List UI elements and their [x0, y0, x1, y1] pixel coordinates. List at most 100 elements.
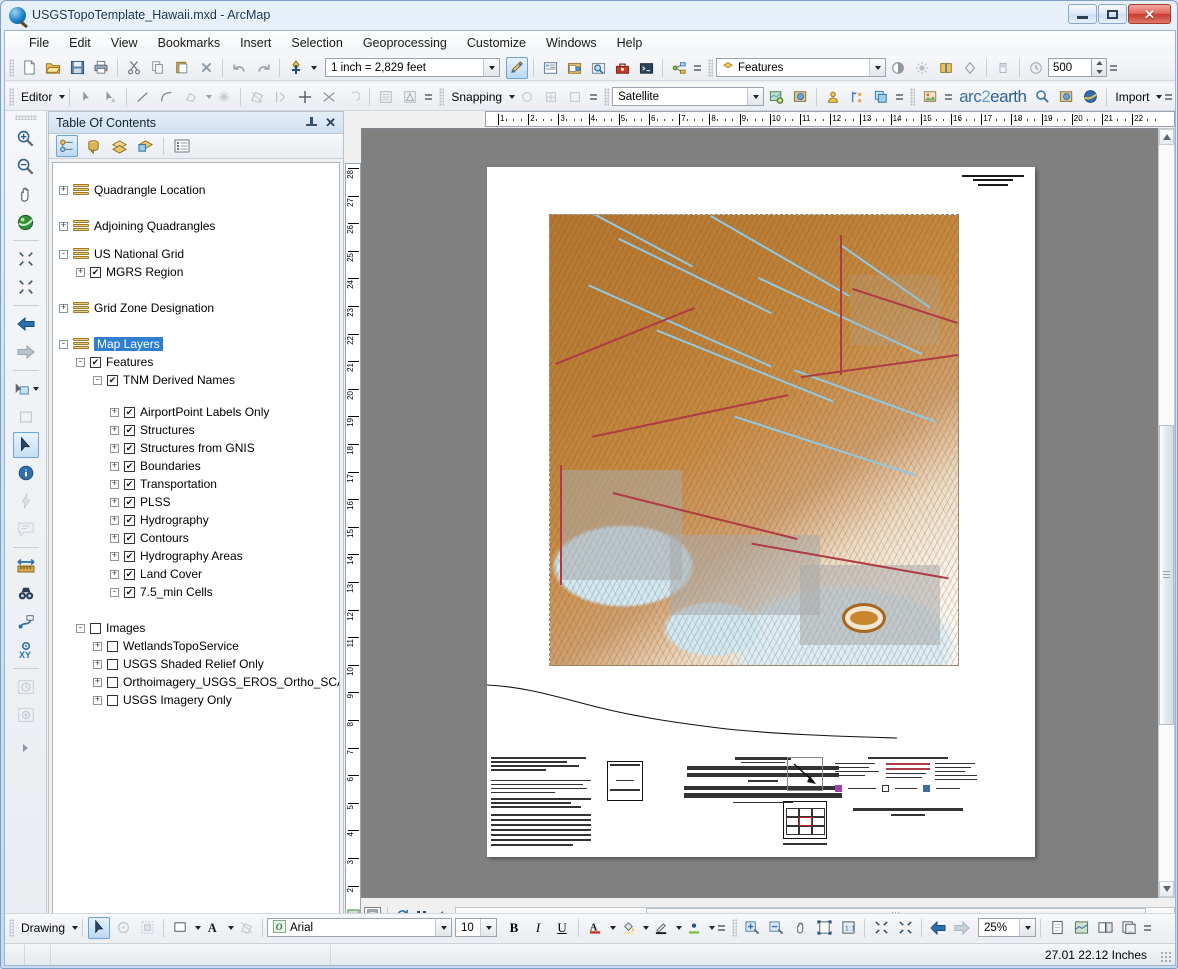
- list-by-source-icon[interactable]: [82, 135, 104, 157]
- layer-visibility-checkbox[interactable]: [107, 374, 118, 386]
- layer-visibility-checkbox[interactable]: [107, 640, 118, 652]
- toc-tree-item[interactable]: + Grid Zone Designation: [59, 299, 214, 317]
- image-icon[interactable]: [919, 86, 941, 108]
- font-family-combo[interactable]: O Arial: [267, 918, 453, 937]
- toc-tree-item[interactable]: + Boundaries: [110, 457, 201, 475]
- menu-edit[interactable]: Edit: [59, 33, 101, 53]
- toc-tree-item[interactable]: + Adjoining Quadrangles: [59, 217, 215, 235]
- chevron-down-icon[interactable]: [483, 59, 499, 76]
- toolbar-overflow-button[interactable]: [1164, 87, 1173, 107]
- expand-toggle-icon[interactable]: +: [110, 425, 119, 435]
- construct-tool-caret[interactable]: [206, 94, 213, 99]
- expand-toggle-icon[interactable]: +: [110, 407, 119, 417]
- list-by-visibility-icon[interactable]: [108, 135, 130, 157]
- italic-icon[interactable]: I: [527, 917, 549, 939]
- arc-segment-icon[interactable]: [156, 86, 178, 108]
- menu-file[interactable]: File: [19, 33, 59, 53]
- scrollbar-thumb[interactable]: [1159, 425, 1174, 725]
- close-button[interactable]: ✕: [1128, 4, 1171, 24]
- contrast-icon[interactable]: [887, 57, 909, 79]
- editor-toolbar-icon[interactable]: [506, 56, 528, 79]
- transparency-icon[interactable]: [992, 57, 1014, 79]
- expand-toggle-icon[interactable]: +: [110, 479, 119, 489]
- menu-customize[interactable]: Customize: [457, 33, 536, 53]
- collapse-toggle-icon[interactable]: -: [93, 375, 102, 385]
- toc-tree-item[interactable]: + USGS Shaded Relief Only: [93, 655, 264, 673]
- construct-points-icon[interactable]: [213, 86, 235, 108]
- map-scale-combo[interactable]: 1 inch = 2,829 feet: [325, 58, 500, 77]
- fixed-zoom-out-icon[interactable]: [13, 274, 39, 300]
- palette-overflow-button[interactable]: [13, 735, 39, 761]
- rotate-icon[interactable]: [294, 86, 316, 108]
- undo-edit-icon[interactable]: [342, 86, 364, 108]
- layer-visibility-checkbox[interactable]: [124, 460, 135, 472]
- layer-visibility-checkbox[interactable]: [124, 478, 135, 490]
- toc-tree-item[interactable]: + Transportation: [110, 475, 217, 493]
- drawing-menu-caret[interactable]: [72, 925, 79, 930]
- layer-visibility-checkbox[interactable]: [107, 694, 118, 706]
- toc-tree[interactable]: + Quadrangle Location + Adjoining Quadrangl…: [52, 162, 340, 915]
- toolbar-grip[interactable]: [910, 87, 916, 106]
- scrollbar-track[interactable]: [1159, 145, 1174, 881]
- toolbar-overflow-button[interactable]: [944, 87, 953, 107]
- expand-toggle-icon[interactable]: +: [93, 659, 102, 669]
- toc-tree-item[interactable]: + WetlandsTopoService: [93, 637, 239, 655]
- cut-icon[interactable]: [123, 57, 145, 79]
- toc-tree-item[interactable]: + AirportPoint Labels Only: [110, 403, 269, 421]
- list-by-drawing-order-icon[interactable]: [56, 135, 78, 157]
- forward-extent-icon[interactable]: [13, 339, 39, 365]
- expand-toggle-icon[interactable]: +: [110, 443, 119, 453]
- paste-icon[interactable]: [171, 57, 193, 79]
- zoom-extent-icon[interactable]: [894, 917, 916, 939]
- time-value-stepper[interactable]: [1092, 58, 1107, 77]
- resize-grip[interactable]: [1160, 951, 1172, 963]
- swipe-icon[interactable]: [935, 57, 957, 79]
- straight-segment-icon[interactable]: [132, 86, 154, 108]
- measure-icon[interactable]: [13, 553, 39, 579]
- expand-toggle-icon[interactable]: +: [59, 185, 68, 195]
- menu-geoprocessing[interactable]: Geoprocessing: [353, 33, 457, 53]
- group-icon[interactable]: [136, 917, 158, 939]
- toc-tree-item[interactable]: - Map Layers: [59, 335, 163, 353]
- layer-visibility-checkbox[interactable]: [124, 532, 135, 544]
- features-layer-combo[interactable]: Features: [716, 58, 886, 77]
- edit-tool-icon[interactable]: [75, 86, 97, 108]
- vertex-snap-icon[interactable]: [540, 86, 562, 108]
- add-data-dropdown-caret[interactable]: [311, 65, 317, 70]
- toolbar-overflow-button[interactable]: [1143, 918, 1152, 938]
- delete-icon[interactable]: [195, 57, 217, 79]
- expand-toggle-icon[interactable]: +: [76, 267, 85, 277]
- globe-blue-icon[interactable]: [1079, 86, 1101, 108]
- layer-visibility-checkbox[interactable]: [124, 514, 135, 526]
- trace-icon[interactable]: [180, 86, 202, 108]
- marker-color-icon[interactable]: [683, 917, 705, 939]
- magnifier-icon[interactable]: [1031, 86, 1053, 108]
- edge-snap-icon[interactable]: [564, 86, 586, 108]
- attributes-icon[interactable]: [375, 86, 397, 108]
- layer-visibility-checkbox[interactable]: [124, 496, 135, 508]
- text-tool-caret[interactable]: [228, 925, 235, 930]
- import-menu[interactable]: Import: [1111, 90, 1153, 104]
- minimize-button[interactable]: [1068, 4, 1097, 24]
- reshape-icon[interactable]: [318, 86, 340, 108]
- toolbar-overflow-button[interactable]: [1109, 58, 1118, 78]
- toc-tree-item[interactable]: + Quadrangle Location: [59, 181, 205, 199]
- chevron-down-icon[interactable]: [1019, 919, 1036, 936]
- fill-color-icon[interactable]: [169, 917, 191, 939]
- expand-toggle-icon[interactable]: +: [110, 515, 119, 525]
- select-elements-icon[interactable]: [88, 916, 111, 939]
- change-layout-icon[interactable]: [1094, 917, 1116, 939]
- zoom-in-page-icon[interactable]: [741, 917, 763, 939]
- layout-zoom-combo[interactable]: 25%: [978, 918, 1037, 937]
- toc-tree-item[interactable]: + Land Cover: [110, 565, 202, 583]
- toc-tree-item[interactable]: - TNM Derived Names: [93, 371, 235, 389]
- copy-icon[interactable]: [147, 57, 169, 79]
- toolbar-grip[interactable]: [14, 115, 37, 120]
- chevron-down-icon[interactable]: [869, 59, 885, 76]
- import-menu-caret[interactable]: [1156, 94, 1163, 99]
- find-icon[interactable]: [13, 581, 39, 607]
- undo-icon[interactable]: [228, 57, 250, 79]
- time-value-input[interactable]: 500: [1048, 58, 1092, 77]
- map-data-frame[interactable]: [549, 214, 959, 666]
- toolbar-grip[interactable]: [708, 58, 713, 77]
